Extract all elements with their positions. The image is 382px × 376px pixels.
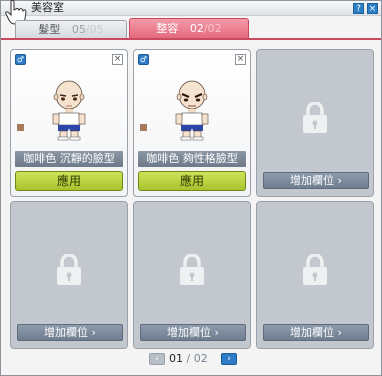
current-page: 01 <box>169 352 183 365</box>
tab-face[interactable]: 整容 02/02 <box>129 18 249 38</box>
add-slot-button[interactable]: 增加欄位 › <box>17 324 123 341</box>
add-slot-button[interactable]: 增加欄位 › <box>263 324 369 341</box>
apply-button[interactable]: 應用 <box>15 171 123 191</box>
lock-icon <box>303 254 327 285</box>
delete-slot-icon[interactable]: × <box>112 54 123 65</box>
prev-page-button[interactable]: ‹ <box>149 353 165 365</box>
locked-slot-4: 增加欄位 › <box>10 201 128 349</box>
male-icon: ♂ <box>15 54 26 65</box>
locked-slot-3: 增加欄位 › <box>256 49 374 197</box>
lock-icon <box>57 254 81 285</box>
pagination: ‹ 01 / 02 › <box>1 350 381 368</box>
add-slot-button[interactable]: 增加欄位 › <box>263 172 369 189</box>
window-title: 美容室 <box>31 1 64 14</box>
locked-slot-5: 增加欄位 › <box>133 201 251 349</box>
add-slot-button[interactable]: 增加欄位 › <box>140 324 246 341</box>
apply-button[interactable]: 應用 <box>138 171 246 191</box>
tab-hair-total: 05 <box>89 23 104 36</box>
page-indicator: 01 / 02 <box>169 352 208 366</box>
color-swatch <box>140 124 147 131</box>
beauty-salon-window: 美容室 ? × 髮型 05/05 整容 02/02 ♂ × 咖啡色 沉靜的臉型 … <box>0 0 382 376</box>
character-avatar <box>175 80 209 141</box>
tab-face-label: 整容 <box>156 22 179 35</box>
face-slot-1[interactable]: ♂ × 咖啡色 沉靜的臉型 應用 <box>10 49 128 197</box>
face-name: 咖啡色 沉靜的臉型 <box>15 151 123 167</box>
lock-icon <box>303 102 327 133</box>
tab-underline <box>1 38 381 40</box>
title-bar[interactable]: 美容室 ? × <box>1 0 381 25</box>
total-pages: 02 <box>193 352 208 365</box>
character-avatar <box>52 80 86 141</box>
window-close-icon[interactable]: × <box>367 3 378 14</box>
tab-face-total: 02 <box>207 22 222 35</box>
page-separator: / <box>186 352 191 365</box>
face-slot-2[interactable]: ♂ × 咖啡色 夠性格臉型 應用 <box>133 49 251 197</box>
face-name: 咖啡色 夠性格臉型 <box>138 151 246 167</box>
tab-hair-count: 05 <box>71 23 86 36</box>
color-swatch <box>17 124 24 131</box>
locked-slot-6: 增加欄位 › <box>256 201 374 349</box>
tab-hair[interactable]: 髮型 05/05 <box>15 20 127 38</box>
next-page-button[interactable]: › <box>221 353 237 365</box>
tab-face-count: 02 <box>189 22 204 35</box>
male-icon: ♂ <box>138 54 149 65</box>
delete-slot-icon[interactable]: × <box>235 54 246 65</box>
tab-bar: 髮型 05/05 整容 02/02 <box>1 16 381 38</box>
tab-hair-label: 髮型 <box>38 23 61 36</box>
help-icon[interactable]: ? <box>353 3 364 14</box>
lock-icon <box>180 254 204 285</box>
